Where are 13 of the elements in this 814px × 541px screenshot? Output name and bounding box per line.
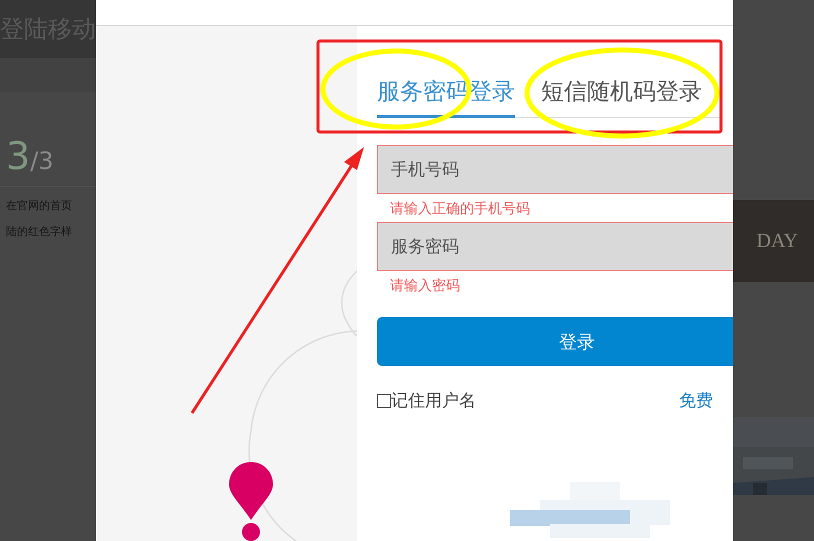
map-pin-icon xyxy=(229,462,273,541)
input-field[interactable]: 手机号码 xyxy=(377,145,733,194)
step-number: 3 xyxy=(6,134,30,178)
login-button[interactable]: 登录 xyxy=(377,317,733,366)
register-link[interactable]: 免费 xyxy=(679,389,713,412)
input-field[interactable]: 服务密码 xyxy=(377,222,733,271)
checkbox-label: 记住用户名 xyxy=(391,390,476,412)
error-message: 请输入密码 xyxy=(389,277,461,296)
login-tab[interactable]: 短信随机码登录 xyxy=(541,76,702,118)
banner-text: DAY xyxy=(756,230,798,252)
step-total: /3 xyxy=(30,147,54,175)
checkbox[interactable] xyxy=(377,394,391,408)
error-message: 请输入正确的手机号码 xyxy=(389,200,531,219)
